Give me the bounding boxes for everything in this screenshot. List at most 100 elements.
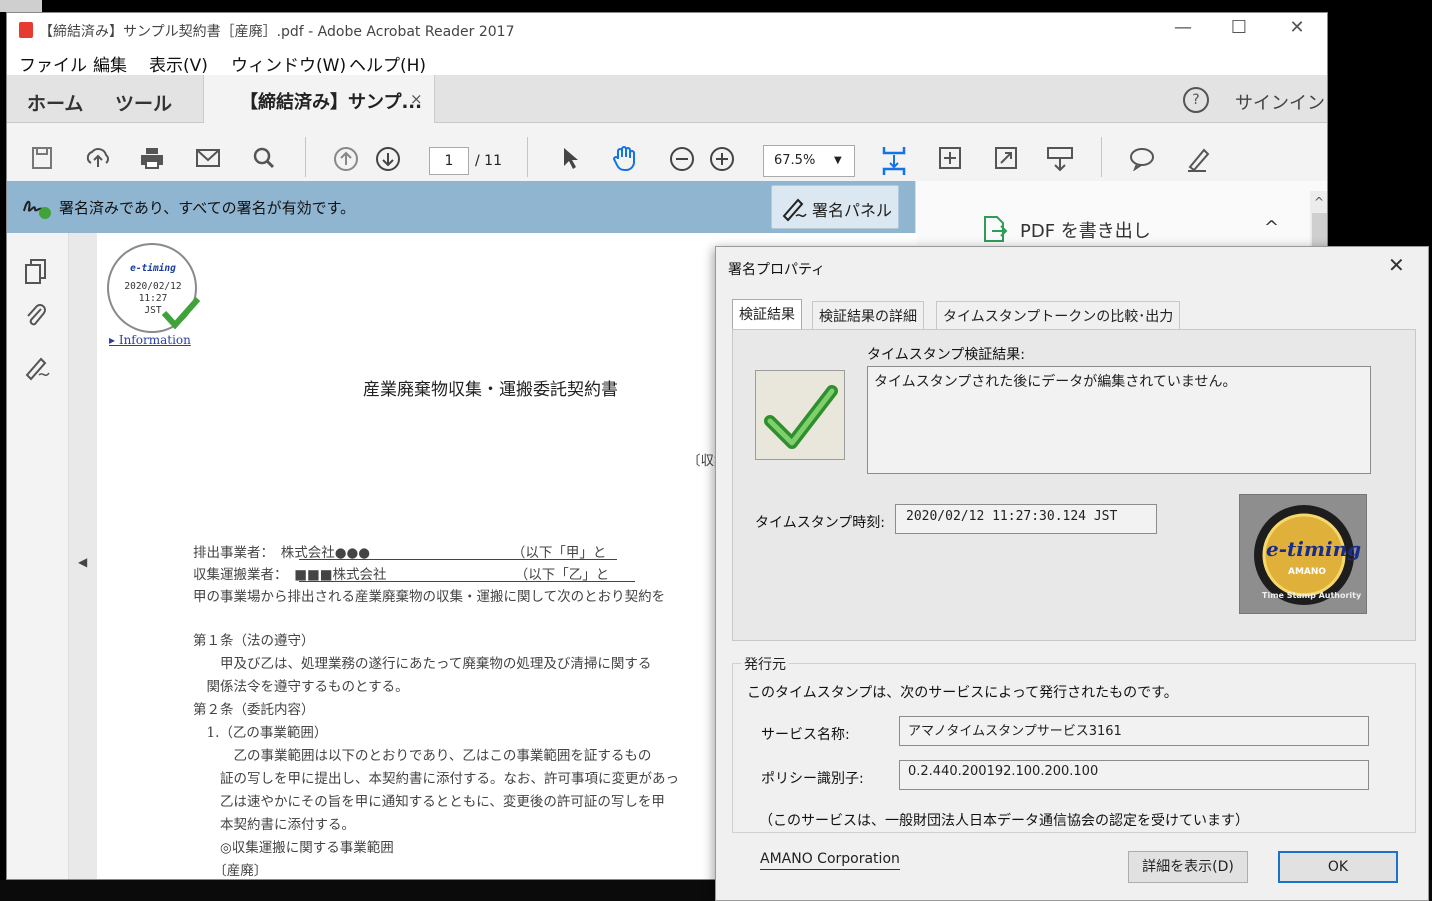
logo-sub: AMANO: [1288, 567, 1327, 577]
chevron-down-icon: ▼: [834, 155, 842, 166]
export-pdf-icon: [982, 215, 1008, 247]
signature-panel-button[interactable]: 署名パネル: [771, 185, 899, 229]
doc-tab-label: 【締結済み】サンプ...: [240, 92, 422, 113]
scroll-up-icon[interactable]: ^: [1314, 195, 1324, 209]
print-icon[interactable]: [135, 145, 169, 176]
doc-line: 第１条（法の遵守）: [193, 633, 315, 649]
result-label: タイムスタンプ検証結果:: [867, 347, 1026, 363]
mail-icon[interactable]: [191, 145, 225, 176]
zoom-select[interactable]: 67.5% ▼: [763, 145, 855, 177]
document-title: 産業廃棄物収集・運搬委託契約書: [363, 380, 618, 400]
signature-pen-icon: [780, 194, 810, 226]
amano-corporation-link[interactable]: AMANO Corporation: [760, 851, 900, 870]
signature-valid-icon: [21, 193, 53, 225]
doc-line-discharger: 排出事業者： 株式会社●●● （以下「甲」と: [193, 545, 607, 561]
collapse-chevron-icon[interactable]: ^: [1264, 217, 1279, 238]
menu-bar: ファイル 編集 表示(V) ウィンドウ(W) ヘルプ(H): [7, 47, 1327, 76]
tab-tools[interactable]: ツール: [115, 89, 172, 116]
comment-icon[interactable]: [1125, 145, 1159, 176]
doc-line: 〔産廃〕: [193, 863, 268, 879]
zoom-in-icon[interactable]: [705, 145, 739, 178]
tab-verification-details[interactable]: 検証結果の詳細: [812, 301, 924, 329]
underline: [299, 581, 635, 582]
toolbar-divider: [1101, 137, 1102, 177]
verified-check-icon: [755, 370, 845, 460]
page-nav-strip: ◀: [69, 233, 97, 879]
dialog-close-icon[interactable]: ✕: [1388, 253, 1405, 277]
doc-line: 第２条（委託内容）: [193, 702, 315, 718]
select-cursor-icon[interactable]: [553, 145, 587, 176]
seal-logo: e-timing: [130, 263, 176, 274]
toolbar-divider: [527, 137, 528, 177]
e-timing-logo: e-timing AMANO Time Stamp Authority: [1239, 494, 1367, 614]
signature-status-bar: 署名済みであり、すべての署名が有効です。 署名パネル: [7, 181, 915, 233]
seal-check-icon: [161, 295, 201, 333]
signature-status-text: 署名済みであり、すべての署名が有効です。: [59, 199, 356, 217]
full-screen-icon[interactable]: [989, 145, 1023, 176]
doc-line: 乙の事業範囲は以下のとおりであり、乙はこの事業範囲を証するもの: [193, 748, 652, 764]
tab-document[interactable]: 【締結済み】サンプ... ×: [203, 75, 435, 123]
menu-edit[interactable]: 編集: [93, 51, 127, 76]
logo-ring-text: Time Stamp Authority: [1262, 591, 1362, 600]
tab-verification-result[interactable]: 検証結果: [732, 299, 802, 330]
doc-line: 本契約書に添付する。: [193, 817, 355, 833]
menu-window[interactable]: ウィンドウ(W): [231, 51, 346, 76]
time-label: タイムスタンプ時刻:: [755, 515, 886, 531]
zoom-out-icon[interactable]: [665, 145, 699, 178]
signatures-icon[interactable]: [23, 353, 53, 387]
service-label: サービス名称:: [761, 727, 850, 743]
previous-page-arrow-icon[interactable]: ◀: [78, 555, 87, 569]
page-thumbnails-icon[interactable]: [23, 257, 49, 291]
read-mode-icon[interactable]: [1043, 145, 1077, 178]
ok-button[interactable]: OK: [1278, 851, 1398, 883]
doc-line: 1.（乙の事業範囲）: [193, 725, 328, 741]
pdf-file-icon: [19, 22, 33, 38]
doc-line-collector: 収集運搬業者： ■■■株式会社 （以下「乙」と: [193, 567, 610, 583]
doc-line: 甲の事業場から排出される産業廃棄物の収集・運搬に関して次のとおり契約を: [193, 589, 666, 605]
tab-timestamp-compare[interactable]: タイムスタンプトークンの比較･出力: [936, 301, 1181, 329]
signature-properties-dialog: 署名プロパティ ✕ 検証結果 検証結果の詳細 タイムスタンプトークンの比較･出力…: [715, 246, 1429, 901]
window-title: 【締結済み】サンプル契約書［産廃］.pdf - Adobe Acrobat Re…: [39, 24, 515, 40]
timestamp-seal: e-timing 2020/02/12 11:27 JST: [107, 243, 201, 333]
cloud-upload-icon[interactable]: [81, 145, 115, 176]
screen-corner: [0, 0, 42, 12]
doc-tab-close-icon[interactable]: ×: [410, 90, 423, 108]
left-navigation-rail: [7, 233, 69, 879]
fit-width-icon[interactable]: [933, 145, 967, 176]
doc-line: 乙は速やかにその旨を甲に通知するとともに、変更後の許可証の写しを甲: [193, 794, 665, 810]
page-total: / 11: [475, 153, 502, 169]
search-icon[interactable]: [247, 145, 281, 176]
save-icon[interactable]: [25, 145, 59, 176]
seal-date: 2020/02/12: [124, 281, 182, 292]
information-link[interactable]: ▸ Information: [109, 333, 191, 347]
fit-page-icon[interactable]: [877, 145, 911, 182]
issuer-group: 発行元 このタイムスタンプは、次のサービスによって発行されたものです。 サービス…: [732, 654, 1416, 833]
certification-note: （このサービスは、一般財団法人日本データ通信協会の認定を受けています）: [759, 813, 1249, 829]
attachment-icon[interactable]: [23, 301, 49, 335]
doc-line: 甲及び乙は、処理業務の遂行にあたって廃棄物の処理及び清掃に関する: [193, 656, 652, 672]
menu-help[interactable]: ヘルプ(H): [349, 51, 426, 76]
export-pdf-label[interactable]: PDF を書き出し: [1020, 217, 1151, 243]
maximize-button[interactable]: ☐: [1219, 17, 1259, 38]
title-bar: 【締結済み】サンプル契約書［産廃］.pdf - Adobe Acrobat Re…: [7, 13, 1327, 47]
tab-bar: ホーム ツール 【締結済み】サンプ... × ? サインイン: [7, 75, 1327, 123]
doc-line: 関係法令を遵守するものとする。: [193, 679, 409, 695]
verification-panel: タイムスタンプ検証結果: タイムスタンプされた後にデータが編集されていません。 …: [732, 329, 1416, 641]
menu-view[interactable]: 表示(V): [149, 51, 208, 76]
minimize-button[interactable]: —: [1163, 17, 1203, 38]
show-details-button[interactable]: 詳細を表示(D): [1128, 851, 1248, 883]
signin-link[interactable]: サインイン: [1235, 89, 1325, 115]
policy-label: ポリシー識別子:: [761, 771, 864, 787]
tab-home[interactable]: ホーム: [27, 89, 83, 116]
issuer-text: このタイムスタンプは、次のサービスによって発行されたものです。: [747, 685, 1178, 701]
next-page-icon[interactable]: [371, 145, 405, 178]
underline: [299, 559, 617, 560]
pen-icon[interactable]: [1181, 145, 1215, 178]
help-icon[interactable]: ?: [1183, 87, 1209, 113]
page-number-input[interactable]: 1: [429, 147, 469, 175]
close-button[interactable]: ✕: [1277, 17, 1317, 38]
menu-file[interactable]: ファイル: [19, 51, 87, 76]
previous-page-icon[interactable]: [329, 145, 363, 178]
doc-line: ◎収集運搬に関する事業範囲: [193, 840, 394, 856]
hand-tool-icon[interactable]: [607, 145, 641, 178]
